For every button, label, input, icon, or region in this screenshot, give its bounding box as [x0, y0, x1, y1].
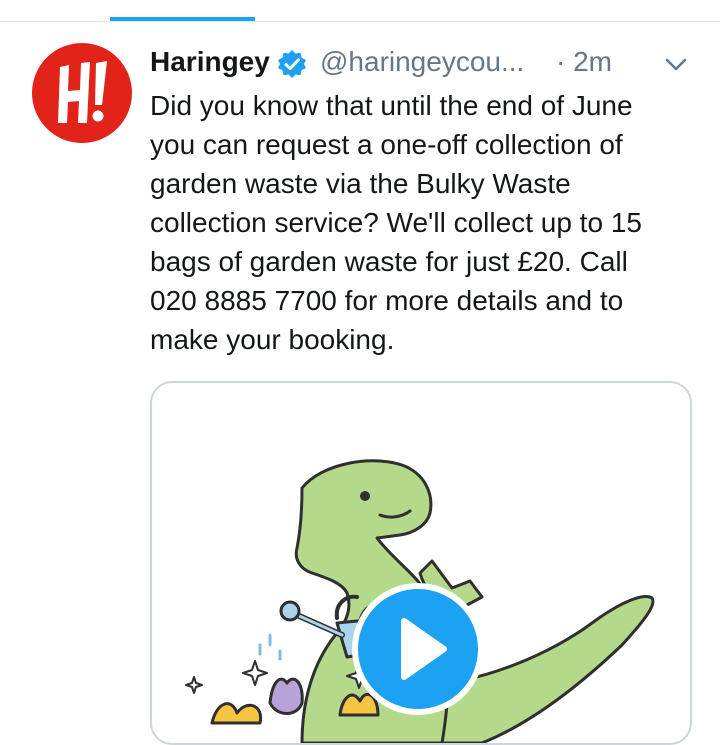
tweet-text-line: bags of garden waste for just £20. Call [150, 246, 628, 277]
tweet-text-line: collection service? We'll collect up to … [150, 207, 642, 238]
tweet-header: Haringey @haringeycou... · 2m [150, 44, 695, 84]
tweet-text-line: make your booking. [150, 324, 395, 355]
tweet-text-line: 020 8885 7700 for more details and to [150, 285, 624, 316]
tweet-text-line: you can request a one-off collection of [150, 129, 623, 160]
tweet-timestamp[interactable]: · 2m [556, 46, 612, 78]
chevron-down-icon[interactable] [662, 52, 690, 76]
haringey-logo-icon [58, 61, 107, 123]
play-button[interactable] [352, 583, 484, 715]
author-name[interactable]: Haringey [150, 46, 270, 78]
tweet-text-line: garden waste via the Bulky Waste [150, 168, 571, 199]
avatar[interactable] [32, 43, 132, 143]
tab-divider [0, 21, 720, 22]
play-video-icon [401, 618, 447, 680]
play-button-circle[interactable] [358, 589, 478, 709]
tweet-text: Did you know that until the end of June … [150, 86, 710, 359]
verified-badge-icon [278, 50, 306, 78]
tweet-text-line: Did you know that until the end of June [150, 90, 633, 121]
author-handle[interactable]: @haringeycou... [320, 46, 524, 78]
